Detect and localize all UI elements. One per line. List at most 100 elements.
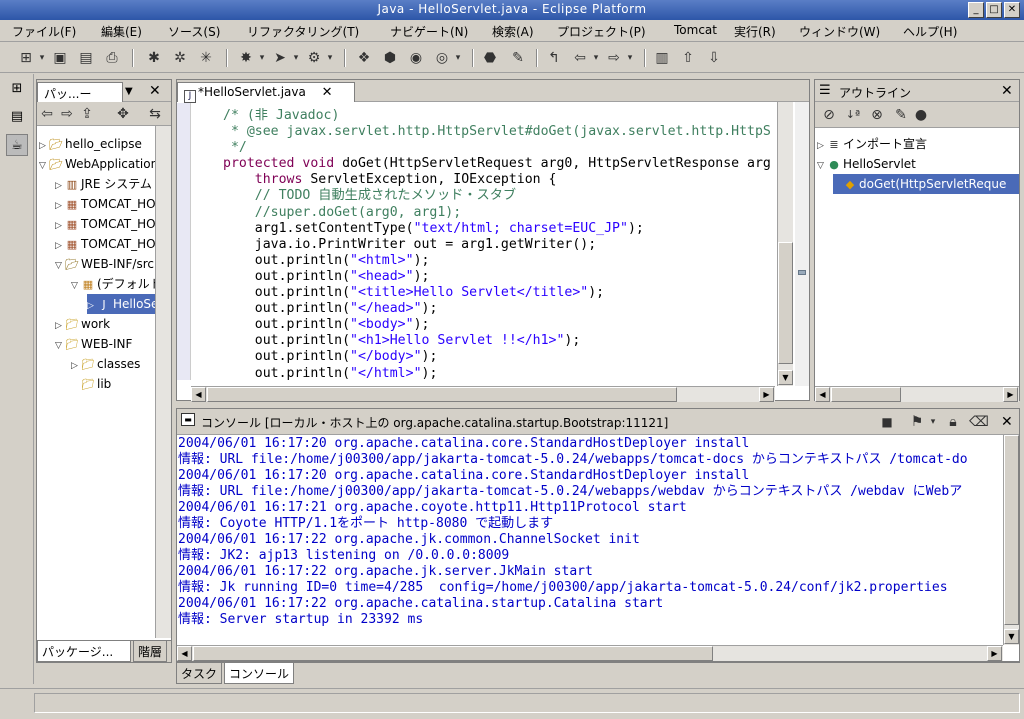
run-dropdown-icon[interactable]: ▾	[286, 48, 306, 68]
console-dropdown-icon[interactable]: ▾	[923, 412, 943, 432]
forward-icon[interactable]: ⇨	[57, 104, 77, 124]
collapse-all-icon[interactable]: ✥	[113, 104, 133, 124]
close-window-button[interactable]: ✕	[1004, 2, 1020, 18]
menu-source[interactable]: ソース(S)	[168, 23, 220, 40]
scroll-lock-icon[interactable]: 🔒︎	[943, 412, 963, 432]
scroll-right-icon[interactable]: ▶	[1003, 387, 1018, 402]
collapsed-icon[interactable]: ▷	[71, 356, 81, 376]
open-perspective-icon[interactable]: ⊞	[6, 78, 28, 100]
tomcat-stop-icon[interactable]: ✲	[170, 48, 190, 68]
scroll-down-icon[interactable]: ▼	[1004, 629, 1019, 644]
scroll-right-icon[interactable]: ▶	[987, 646, 1002, 661]
tab-package-explorer[interactable]: パッケージ...	[37, 641, 131, 662]
scroll-left-icon[interactable]: ◀	[177, 646, 192, 661]
hide-local-types-icon[interactable]: ●	[911, 105, 931, 125]
terminate-icon[interactable]: ■	[877, 412, 897, 432]
back-icon[interactable]: ⇦	[37, 104, 57, 124]
resource-perspective-icon[interactable]: ▤	[6, 106, 28, 128]
new-java-project-icon[interactable]: ❖	[354, 48, 374, 68]
package-tree-item[interactable]: ▷ ▥ JRE システム	[55, 174, 152, 194]
external-tools-dropdown-icon[interactable]: ▾	[320, 48, 340, 68]
console-vertical-scrollbar[interactable]: ▼	[1003, 435, 1019, 645]
package-tree-item[interactable]: ▷ 📁︎ classes	[71, 354, 140, 374]
menu-project[interactable]: プロジェクト(P)	[557, 23, 646, 40]
expanded-icon[interactable]: ▽	[55, 256, 65, 276]
scroll-down-icon[interactable]: ▼	[778, 370, 793, 385]
close-icon[interactable]: ✕	[322, 85, 333, 100]
package-tree-item[interactable]: ▷ 📁︎ work	[55, 314, 110, 334]
tomcat-start-icon[interactable]: ✱	[144, 48, 164, 68]
scroll-left-icon[interactable]: ◀	[815, 387, 830, 402]
previous-annotation-icon[interactable]: ⇧	[678, 48, 698, 68]
outline-item[interactable]: ▷ ≣ インポート宣言	[817, 134, 927, 154]
menu-file[interactable]: ファイル(F)	[12, 23, 76, 40]
menu-tomcat[interactable]: Tomcat	[674, 23, 717, 37]
new-dropdown-icon[interactable]: ▾	[32, 48, 52, 68]
new-dropdown-2-icon[interactable]: ▾	[448, 48, 468, 68]
search-icon[interactable]: ✎	[508, 48, 528, 68]
code-area[interactable]: /* (非 Javadoc) * @see javax.servlet.http…	[223, 108, 777, 380]
expanded-icon[interactable]: ▽	[55, 336, 65, 356]
scroll-thumb[interactable]	[193, 646, 713, 661]
save-all-icon[interactable]: ▤	[76, 48, 96, 68]
package-tree-item[interactable]: ▽ 📂︎ WebApplication	[39, 154, 158, 174]
collapsed-icon[interactable]: ▷	[87, 296, 97, 316]
editor-tab[interactable]: J *HelloServlet.java ✕	[177, 82, 355, 103]
sort-icon[interactable]: ↓ª	[843, 105, 863, 125]
menu-window[interactable]: ウィンドウ(W)	[799, 23, 880, 40]
expanded-icon[interactable]: ▽	[817, 156, 827, 176]
package-tree-item[interactable]: ▽ ▦ (デフォルト	[71, 274, 162, 294]
menu-run[interactable]: 実行(R)	[734, 23, 776, 40]
package-tree-item[interactable]: ▷▦TOMCAT_HOME/c	[55, 234, 171, 254]
forward-dropdown-icon[interactable]: ▾	[620, 48, 640, 68]
menu-help[interactable]: ヘルプ(H)	[903, 23, 957, 40]
console-horizontal-scrollbar[interactable]: ◀ ▶	[177, 645, 1003, 661]
close-icon[interactable]: ✕	[1001, 83, 1013, 99]
scroll-thumb[interactable]	[778, 242, 793, 364]
menu-navigate[interactable]: ナビゲート(N)	[390, 23, 468, 40]
collapsed-icon[interactable]: ▷	[55, 196, 65, 216]
close-icon[interactable]: ✕	[1001, 414, 1013, 430]
scroll-right-icon[interactable]: ▶	[759, 387, 774, 402]
expanded-icon[interactable]: ▽	[39, 156, 49, 176]
editor-horizontal-scrollbar[interactable]: ◀ ▶	[191, 386, 775, 402]
collapsed-icon[interactable]: ▷	[55, 316, 65, 336]
collapsed-icon[interactable]: ▷	[817, 136, 827, 156]
hide-non-public-icon[interactable]: ✎	[891, 105, 911, 125]
menu-edit[interactable]: 編集(E)	[101, 23, 142, 40]
tab-console[interactable]: コンソール	[224, 663, 295, 684]
tomcat-restart-icon[interactable]: ✳	[196, 48, 216, 68]
last-edit-icon[interactable]: ↰	[544, 48, 564, 68]
package-explorer-tab[interactable]: パッ...ー	[37, 82, 123, 102]
collapsed-icon[interactable]: ▷	[55, 216, 65, 236]
overview-marker[interactable]	[798, 270, 806, 275]
package-tree-item[interactable]: ▽ 📁︎ WEB-INF	[55, 334, 132, 354]
package-tree-item[interactable]: ▷▦TOMCAT_HOME/c	[55, 194, 171, 214]
next-annotation-icon[interactable]: ⇩	[704, 48, 724, 68]
collapsed-icon[interactable]: ▷	[55, 176, 65, 196]
new-class-icon[interactable]: ◉	[406, 48, 426, 68]
close-icon[interactable]: ✕	[149, 83, 161, 99]
package-tree-item[interactable]: 📁︎ lib	[71, 374, 111, 394]
package-tree-item[interactable]: ▷ 📂︎ hello_eclipse	[39, 134, 142, 154]
back-dropdown-icon[interactable]: ▾	[586, 48, 606, 68]
hide-static-icon[interactable]: ⊗	[867, 105, 887, 125]
outline-horizontal-scrollbar[interactable]: ◀ ▶	[815, 386, 1019, 402]
scroll-left-icon[interactable]: ◀	[191, 387, 206, 402]
tab-tasks[interactable]: タスク	[176, 663, 223, 684]
open-type-icon[interactable]: ⬣	[480, 48, 500, 68]
debug-dropdown-icon[interactable]: ▾	[252, 48, 272, 68]
package-tree-item[interactable]: ▽ 📂︎ WEB-INF/src	[55, 254, 154, 274]
hide-fields-icon[interactable]: ⊘	[819, 105, 839, 125]
scroll-thumb[interactable]	[831, 387, 901, 402]
up-icon[interactable]: ⇪	[77, 104, 97, 124]
tab-hierarchy[interactable]: 階層	[133, 641, 168, 662]
outline-item[interactable]: ◆ doGet(HttpServletReque	[833, 174, 1019, 194]
view-menu-icon[interactable]: ▼	[125, 86, 133, 97]
save-icon[interactable]: ▣	[50, 48, 70, 68]
collapsed-icon[interactable]: ▷	[55, 236, 65, 256]
expanded-icon[interactable]: ▽	[71, 276, 81, 296]
editor-vertical-scrollbar[interactable]: ▼	[777, 102, 793, 386]
scroll-thumb[interactable]	[1004, 435, 1019, 625]
tree-vertical-scrollbar[interactable]	[155, 126, 171, 638]
